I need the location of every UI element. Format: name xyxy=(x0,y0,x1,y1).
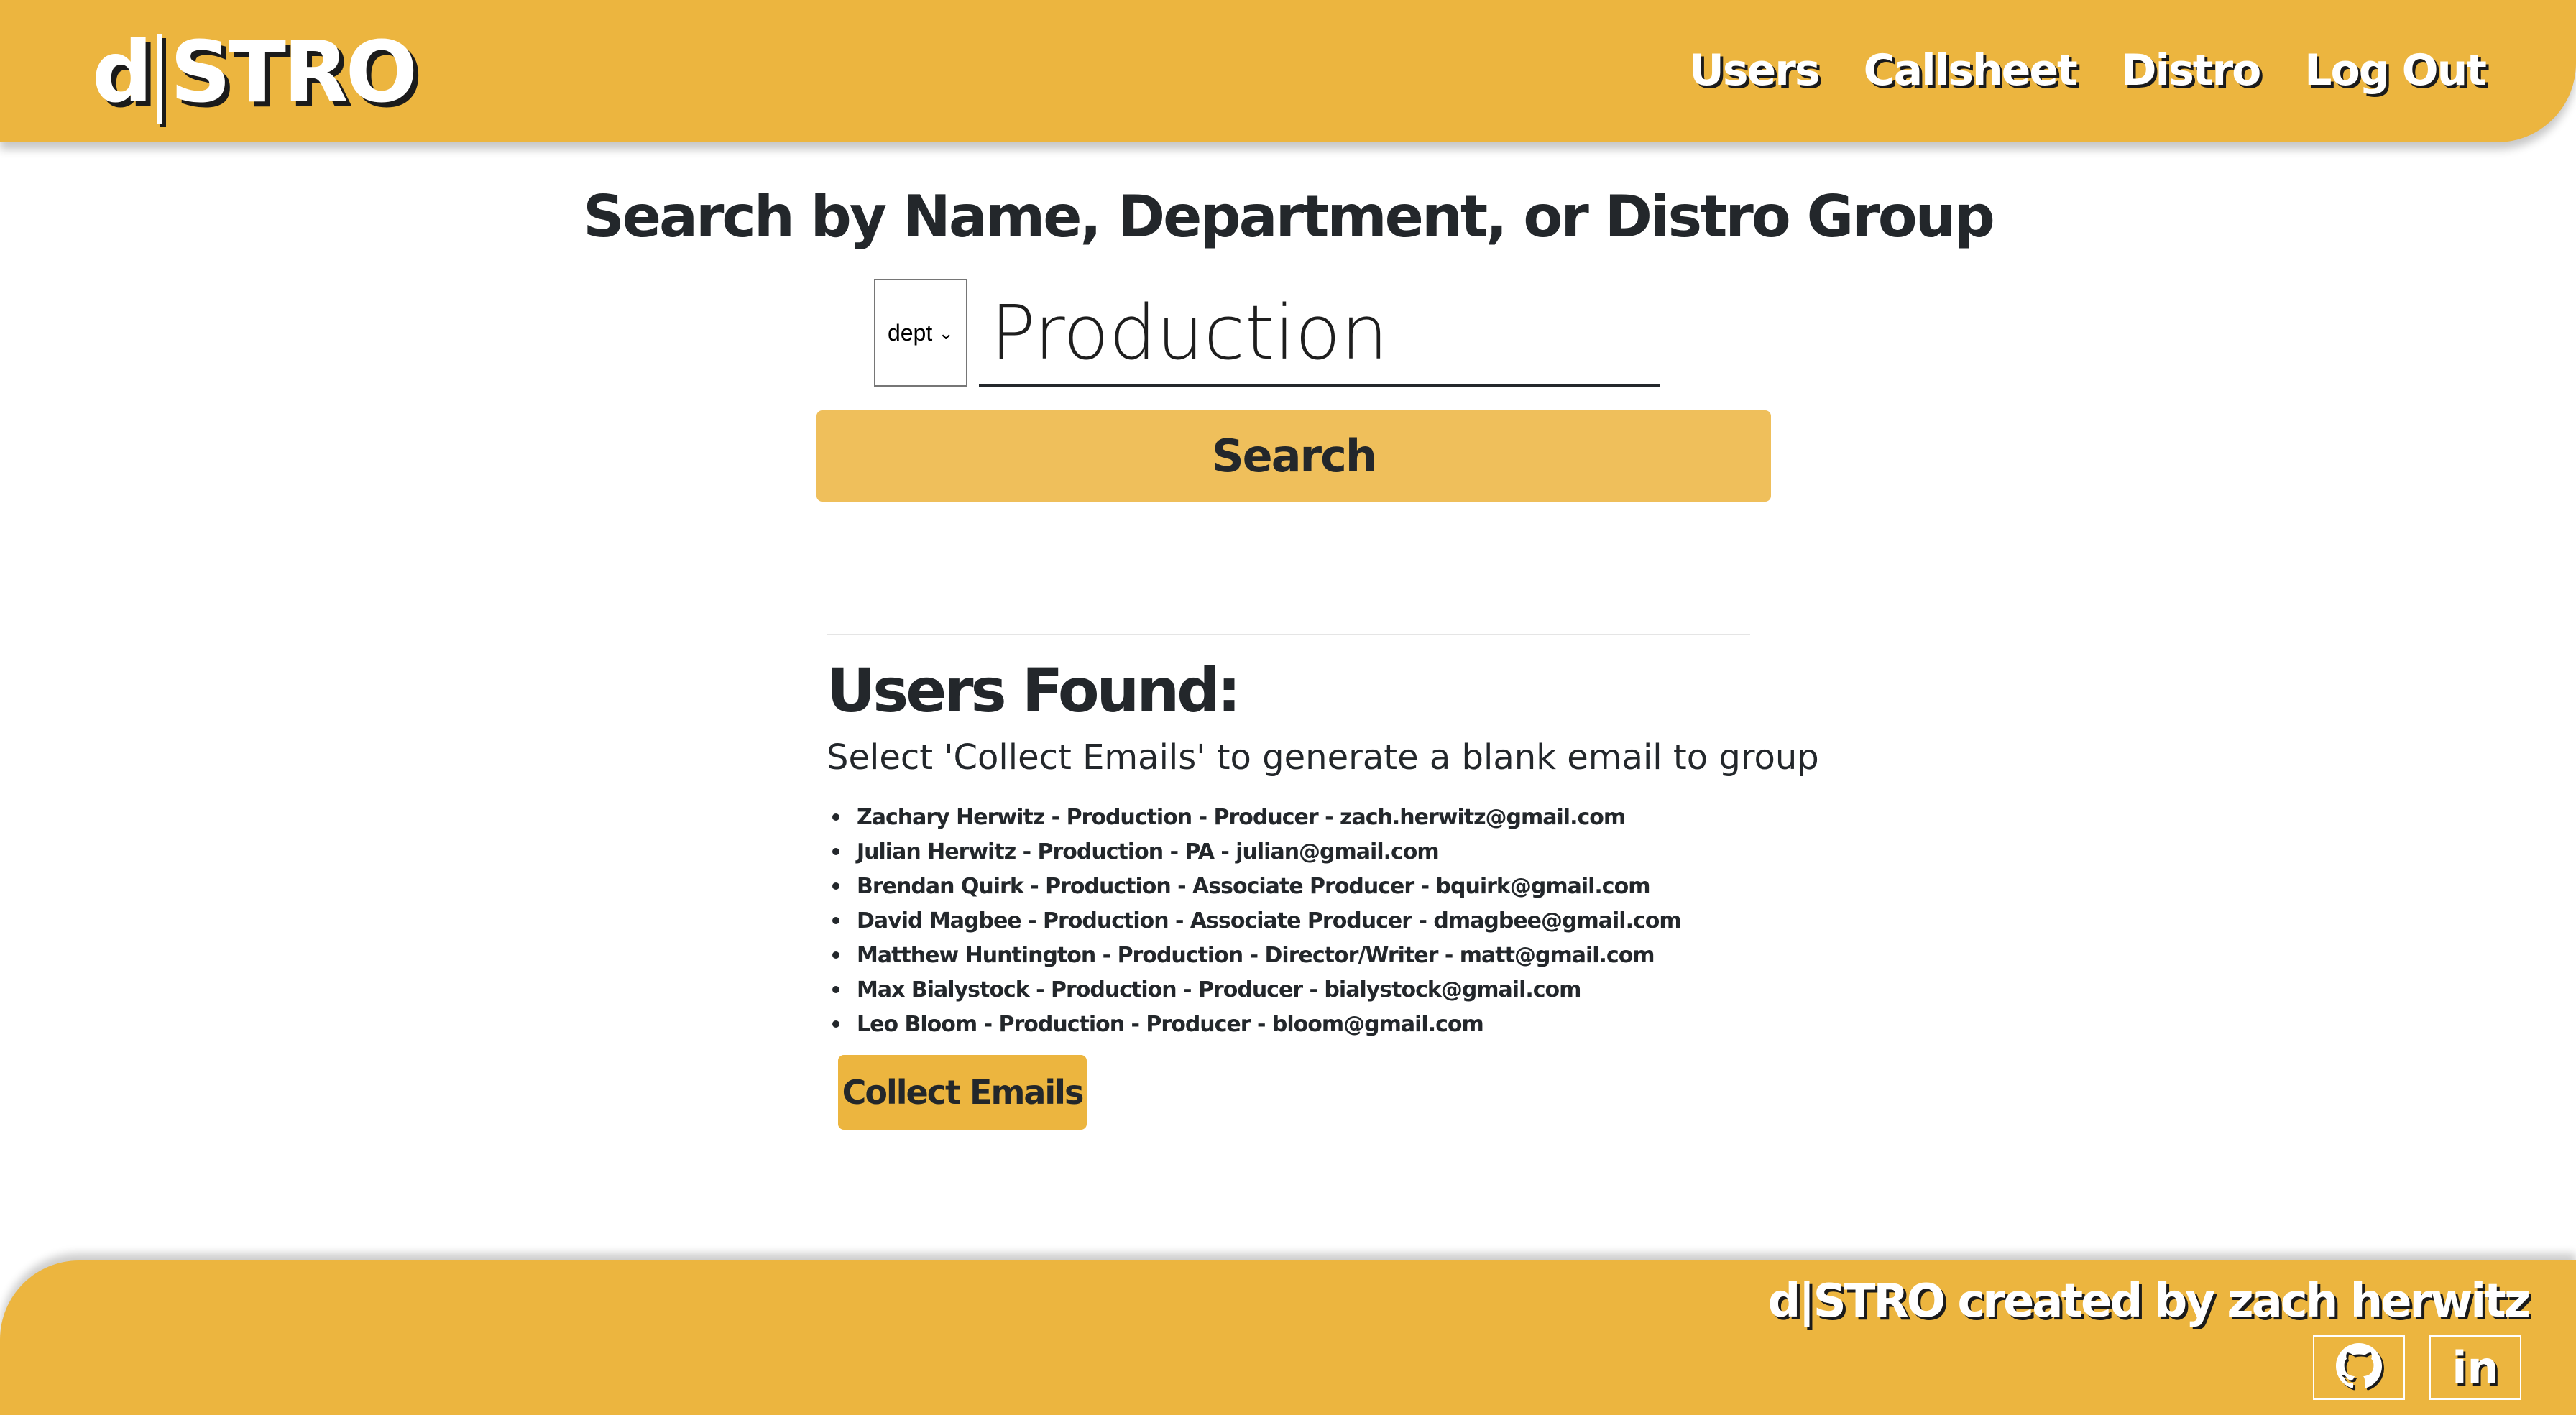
top-navbar: d STRO Users Callsheet Distro Log Out xyxy=(0,0,2576,142)
github-icon xyxy=(2336,1343,2382,1392)
github-link[interactable] xyxy=(2313,1335,2405,1400)
logo-divider xyxy=(157,34,163,124)
results-heading: Users Found: xyxy=(827,655,1241,726)
user-list: Zachary Herwitz - Production - Producer … xyxy=(827,800,1682,1041)
logo[interactable]: d STRO xyxy=(92,22,418,124)
list-item: Brendan Quirk - Production - Associate P… xyxy=(827,869,1681,903)
logo-text-left: d xyxy=(92,22,152,121)
linkedin-icon: in xyxy=(2452,1341,2499,1394)
search-type-select[interactable]: dept ⌄ xyxy=(874,279,967,387)
footer-credit: d|STRO created by zach herwitz xyxy=(1767,1275,2531,1328)
list-item: David Magbee - Production - Associate Pr… xyxy=(827,903,1682,938)
list-item: Julian Herwitz - Production - PA - julia… xyxy=(827,834,1681,869)
main-nav: Users Callsheet Distro Log Out xyxy=(1689,34,2487,106)
nav-users[interactable]: Users xyxy=(1689,45,1820,96)
list-item: Zachary Herwitz - Production - Producer … xyxy=(827,800,1681,834)
list-item: Leo Bloom - Production - Producer - bloo… xyxy=(827,1007,1681,1041)
results-divider xyxy=(827,634,1750,635)
linkedin-link[interactable]: in xyxy=(2429,1335,2521,1400)
search-input[interactable]: Production xyxy=(979,280,1660,387)
collect-emails-button[interactable]: Collect Emails xyxy=(838,1055,1087,1130)
search-input-value: Production xyxy=(990,288,1389,377)
search-title: Search by Name, Department, or Distro Gr… xyxy=(583,183,1995,250)
nav-callsheet[interactable]: Callsheet xyxy=(1864,45,2078,96)
nav-log-out[interactable]: Log Out xyxy=(2304,45,2487,96)
list-item: Matthew Huntington - Production - Direct… xyxy=(827,938,1681,972)
logo-text-right: STRO xyxy=(170,22,418,121)
search-type-value: dept xyxy=(887,319,933,346)
results-subtitle: Select 'Collect Emails' to generate a bl… xyxy=(827,737,1819,778)
list-item: Max Bialystock - Production - Producer -… xyxy=(827,972,1681,1007)
chevron-down-icon: ⌄ xyxy=(938,321,954,344)
search-button[interactable]: Search xyxy=(816,410,1771,502)
nav-distro[interactable]: Distro xyxy=(2121,45,2262,96)
